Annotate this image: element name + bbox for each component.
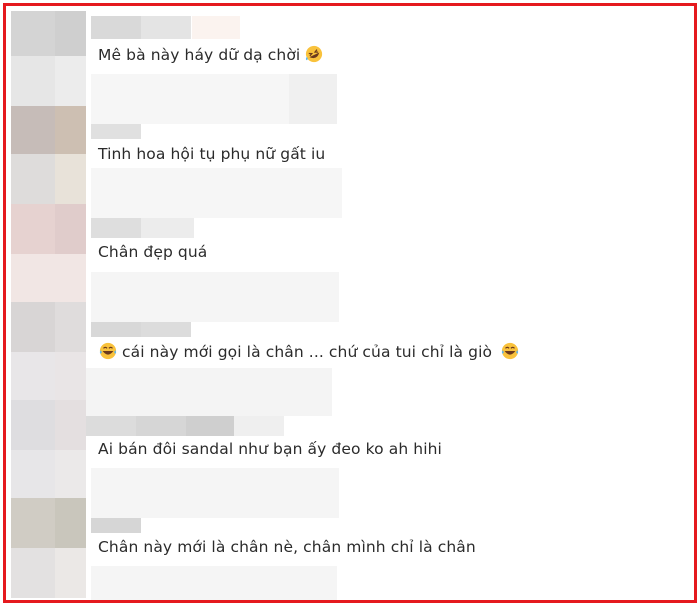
avatar-pixel	[55, 548, 86, 598]
blurred-media	[91, 566, 337, 600]
comment-text-content: cái này mới gọi là chân ... chứ của tui …	[122, 343, 493, 361]
comment-text: Ai bán đôi sandal như bạn ấy đeo ko ah h…	[98, 440, 442, 458]
avatar-pixel	[55, 56, 86, 106]
avatar-pixel	[11, 56, 55, 106]
laughing-tears-icon	[99, 342, 117, 360]
avatar-pixel	[11, 548, 55, 598]
blurred-username	[192, 16, 240, 39]
blurred-username	[86, 416, 136, 436]
avatar-pixel	[55, 400, 86, 450]
comment-text: Mê bà này háy dữ dạ chời	[98, 45, 323, 64]
comment-text: Chân đẹp quá	[98, 243, 207, 261]
blurred-username	[141, 322, 191, 337]
comment-text-content: Tinh hoa hội tụ phụ nữ gất iu	[98, 145, 326, 163]
blurred-username	[91, 124, 141, 139]
comment-text-content: Chân này mới là chân nè, chân mình chỉ l…	[98, 538, 476, 556]
blurred-username	[136, 416, 186, 436]
avatar-pixel	[11, 352, 55, 400]
blurred-username	[91, 16, 141, 39]
avatar-pixel	[11, 450, 55, 498]
blurred-username	[91, 518, 141, 533]
avatar-pixel	[11, 106, 55, 154]
rofl-icon	[305, 45, 323, 63]
avatar-pixel	[55, 154, 86, 204]
avatar-pixel	[55, 302, 86, 352]
avatar-pixel	[55, 11, 86, 56]
blurred-username	[234, 416, 284, 436]
blurred-username	[141, 218, 194, 238]
laughing-tears-icon	[501, 342, 519, 360]
avatar-pixel	[11, 400, 55, 450]
avatar-pixel	[11, 302, 55, 352]
comment-text: cái này mới gọi là chân ... chứ của tui …	[99, 342, 519, 361]
blurred-media	[86, 368, 332, 416]
blurred-media	[91, 168, 342, 218]
avatar-pixel	[55, 352, 86, 400]
blurred-username	[186, 416, 234, 436]
blurred-media	[289, 74, 337, 124]
comments-screenshot-frame: Mê bà này háy dữ dạ chời Tinh hoa hội tụ…	[3, 3, 697, 603]
blurred-media	[91, 468, 339, 518]
avatar-column	[11, 11, 91, 600]
comment-text-content: Mê bà này háy dữ dạ chời	[98, 46, 301, 64]
avatar-pixel	[11, 204, 55, 254]
comment-text-content: Ai bán đôi sandal như bạn ấy đeo ko ah h…	[98, 440, 442, 458]
comment-text: Tinh hoa hội tụ phụ nữ gất iu	[98, 145, 325, 163]
avatar-pixel	[11, 498, 55, 548]
avatar-pixel	[11, 154, 55, 204]
blurred-media	[91, 272, 339, 322]
comment-text: Chân này mới là chân nè, chân mình chỉ l…	[98, 538, 476, 556]
avatar-pixel	[55, 498, 86, 548]
avatar-pixel	[55, 450, 86, 498]
avatar-pixel	[55, 204, 86, 254]
avatar-pixel	[55, 106, 86, 154]
avatar-pixel	[11, 11, 55, 56]
blurred-username	[91, 218, 141, 238]
blurred-username	[141, 16, 191, 39]
avatar-pixel	[11, 254, 86, 302]
blurred-username	[91, 322, 141, 337]
comment-text-content: Chân đẹp quá	[98, 243, 208, 261]
